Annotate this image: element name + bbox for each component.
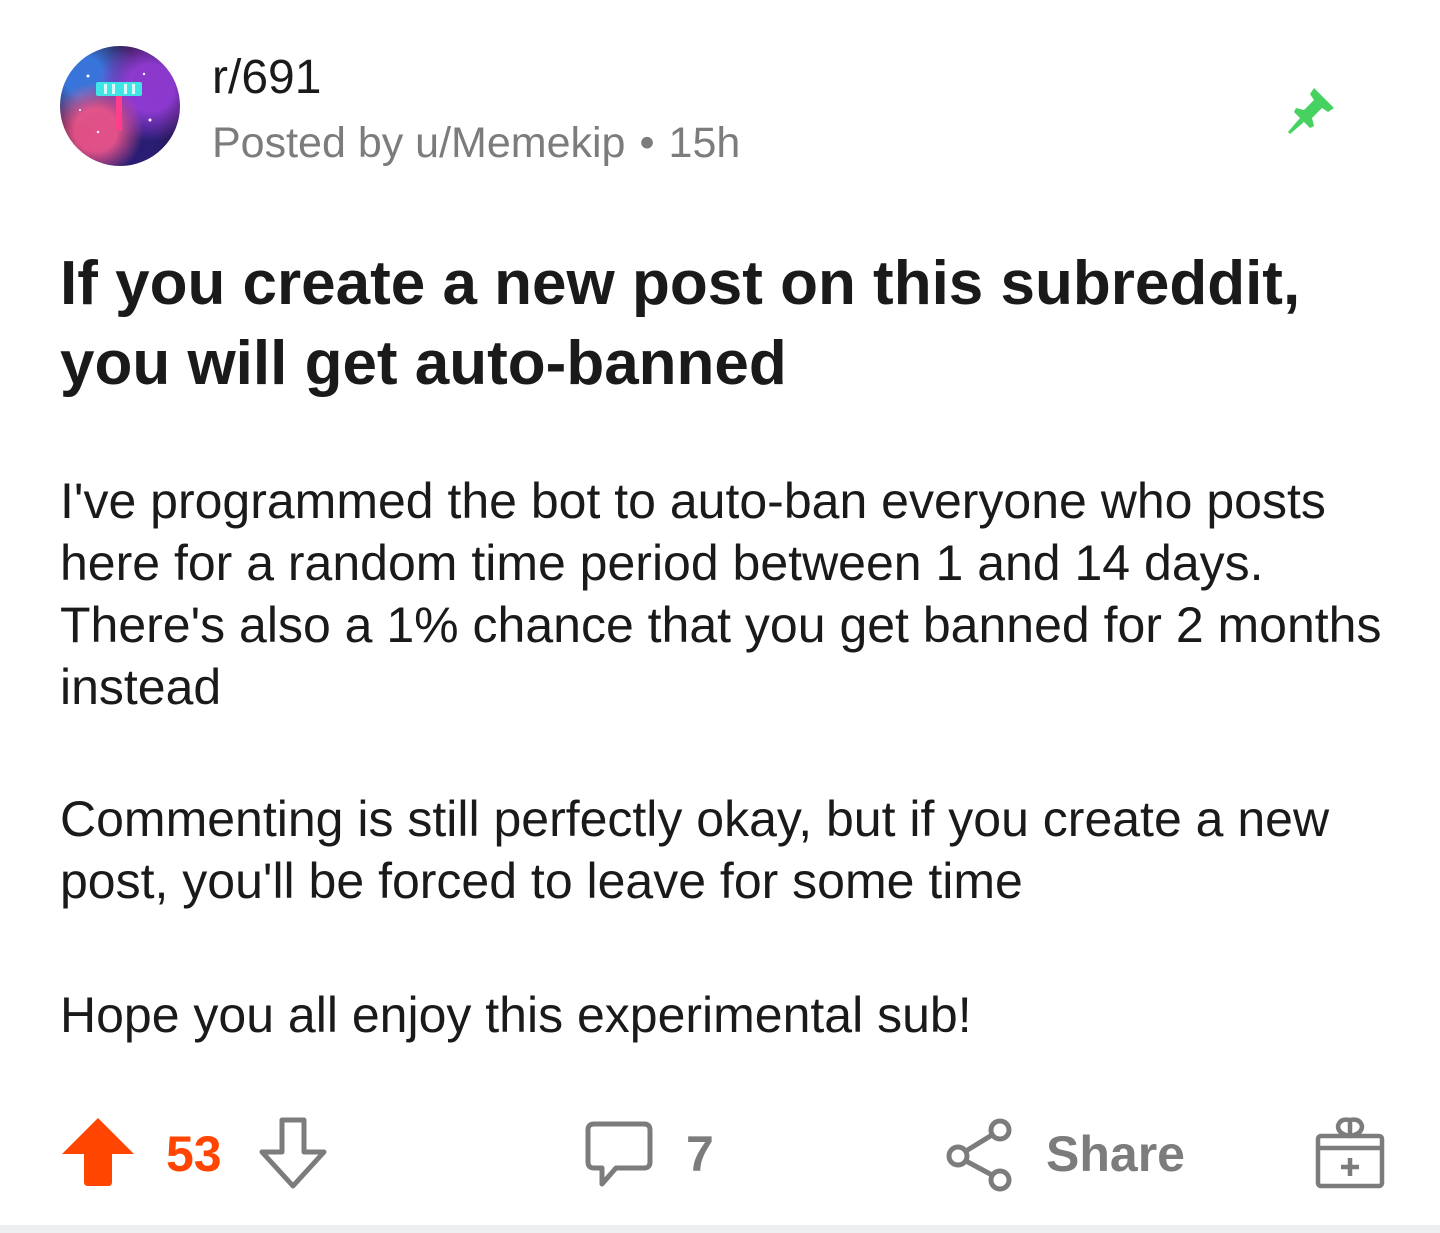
card-divider <box>0 1225 1440 1233</box>
award-gift-icon[interactable] <box>1310 1114 1390 1194</box>
share-label: Share <box>1046 1126 1185 1182</box>
post-body-paragraph: Hope you all enjoy this experimental sub… <box>60 987 972 1043</box>
post-title[interactable]: If you create a new post on this subredd… <box>60 244 1380 404</box>
post-meta: Posted by u/Memekip • 15h <box>212 118 740 168</box>
posted-by[interactable]: Posted by u/Memekip <box>212 119 625 167</box>
post-card: r/691 Posted by u/Memekip • 15h If you cre… <box>0 0 1440 1225</box>
upvote-arrow-icon[interactable] <box>60 1116 136 1188</box>
vote-score: 53 <box>166 1126 222 1182</box>
post-body-paragraph: I've programmed the bot to auto-ban ever… <box>60 473 1382 715</box>
share-icon <box>946 1118 1012 1192</box>
post-body-paragraph: Commenting is still perfectly okay, but … <box>60 791 1330 909</box>
comment-bubble-icon <box>585 1121 653 1187</box>
comment-count: 7 <box>686 1126 714 1182</box>
gavel-icon <box>79 72 152 134</box>
comments-button[interactable]: 7 <box>582 1118 732 1192</box>
subreddit-name[interactable]: r/691 <box>212 50 321 106</box>
share-button[interactable]: Share <box>944 1114 1204 1194</box>
pin-icon <box>1288 88 1334 134</box>
post-age: 15h <box>668 119 741 167</box>
subreddit-avatar[interactable] <box>60 46 180 166</box>
downvote-arrow-icon[interactable] <box>256 1116 330 1190</box>
meta-separator: • <box>639 119 655 167</box>
